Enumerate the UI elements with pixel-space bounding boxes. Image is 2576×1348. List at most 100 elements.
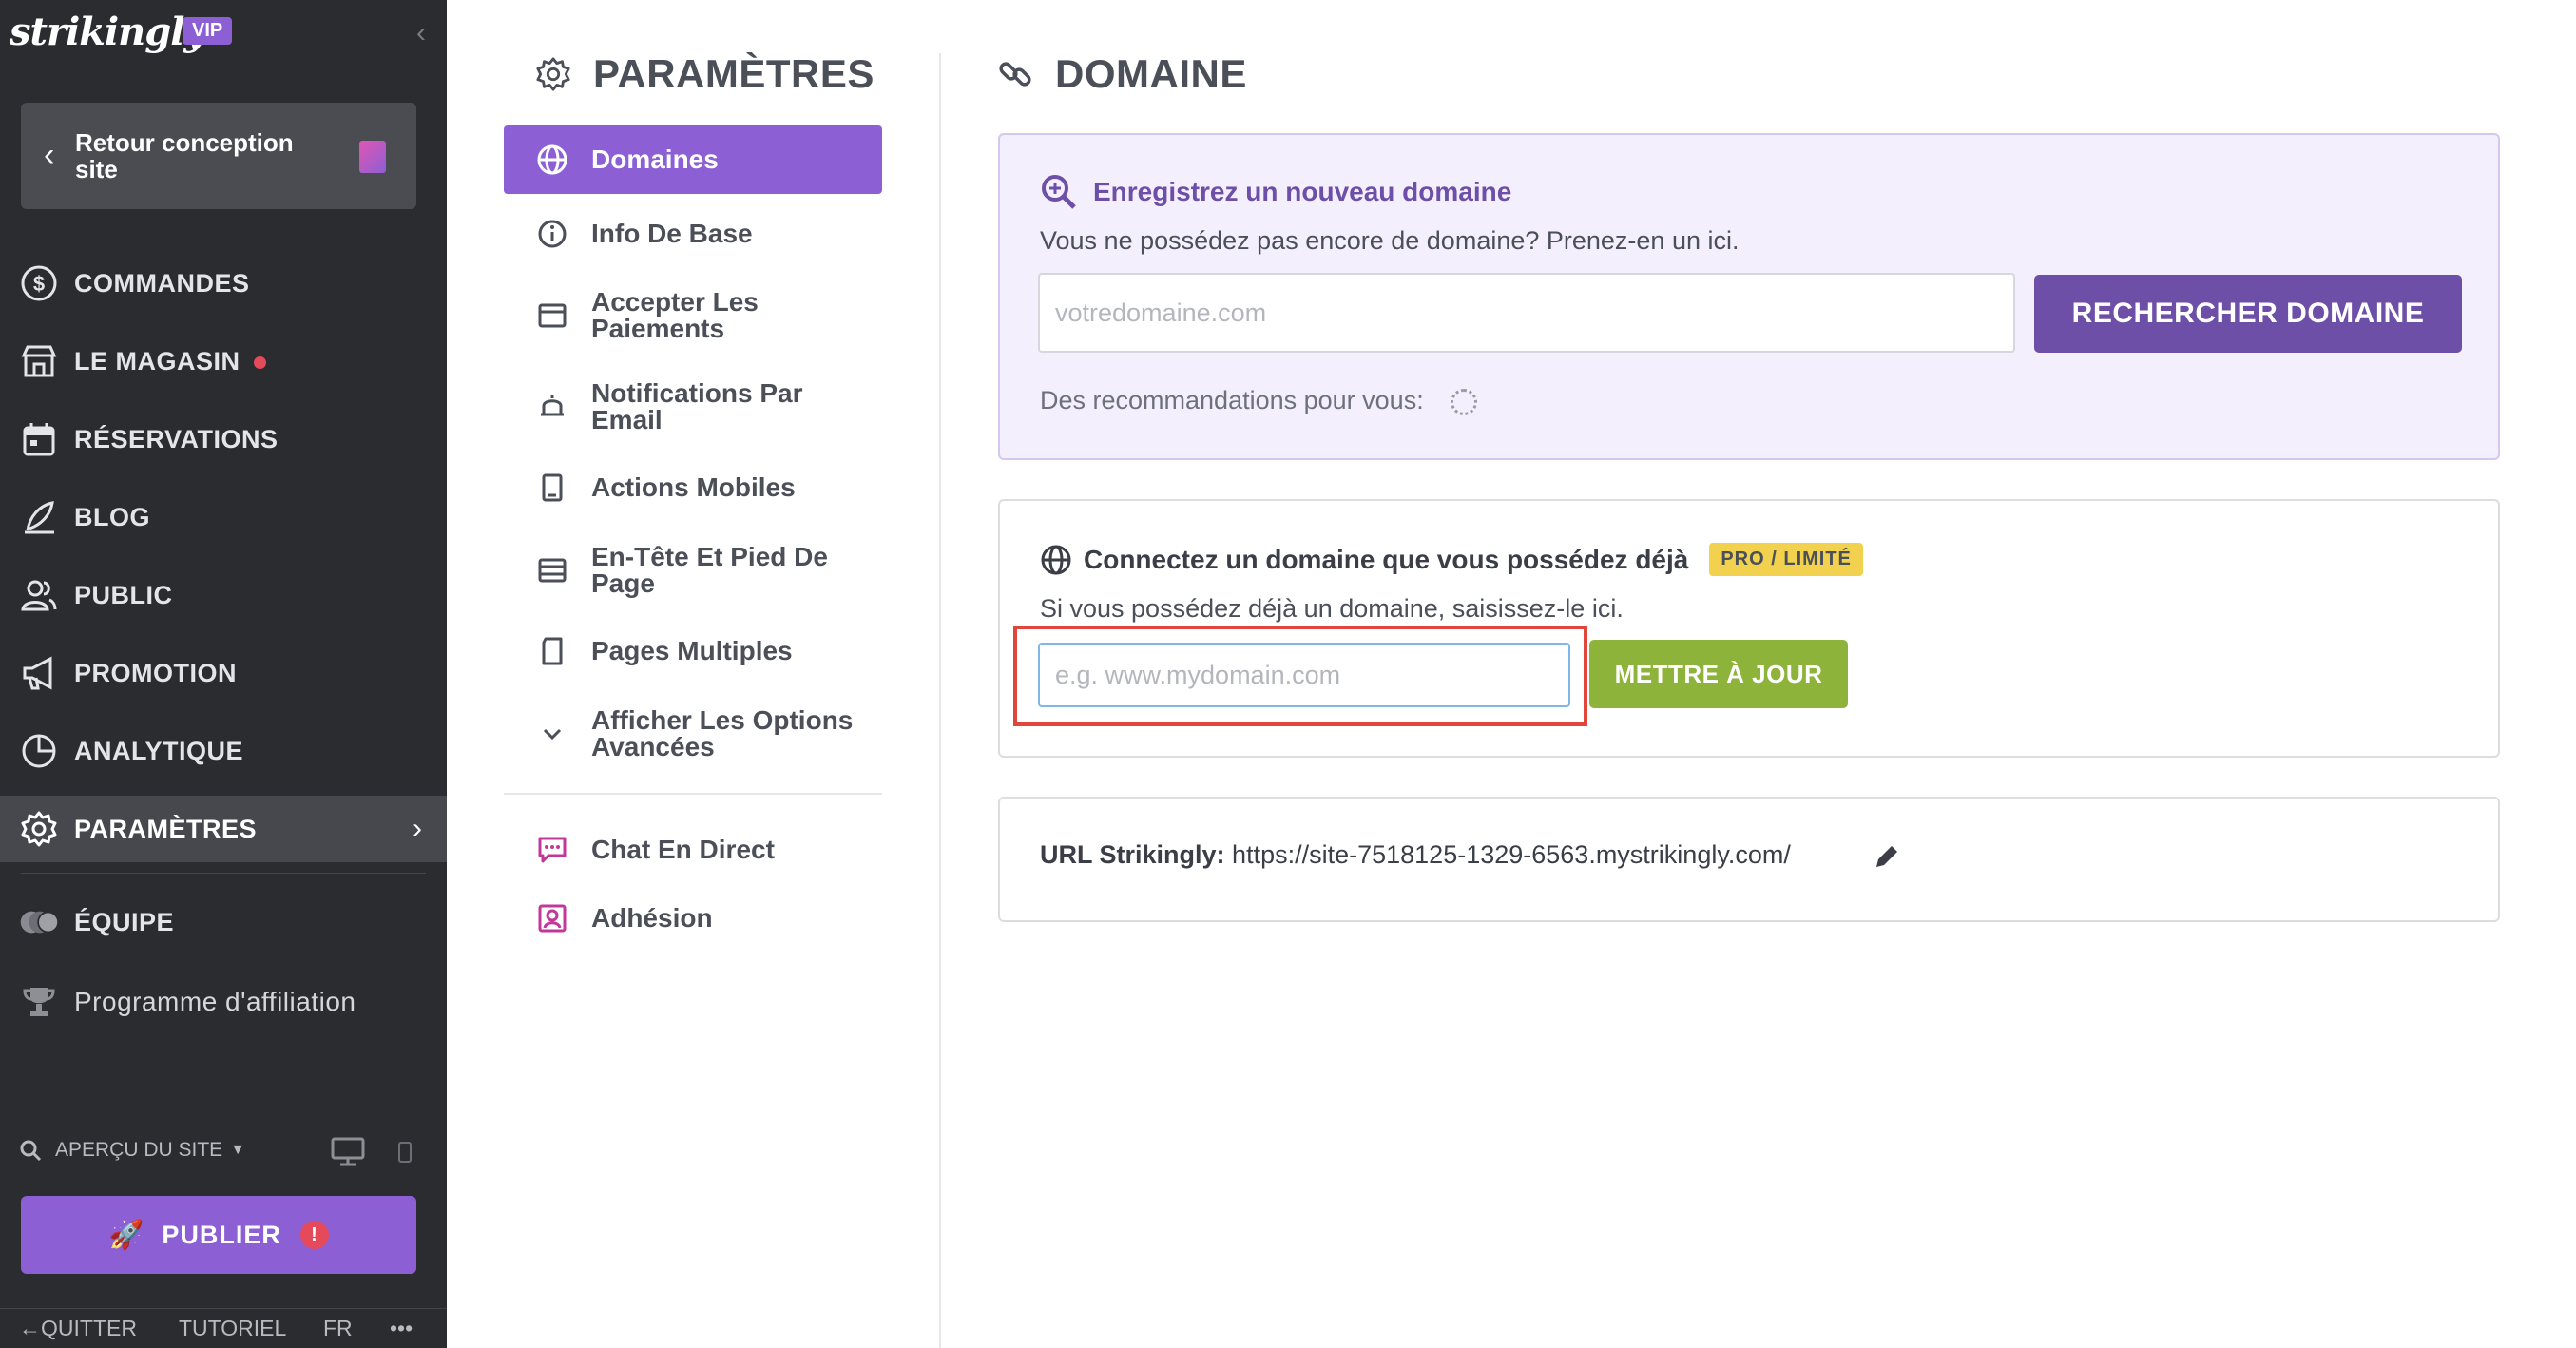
back-to-design-label: Retour conception site (75, 128, 294, 183)
search-domain-button[interactable]: RECHERCHER DOMAINE (2034, 275, 2462, 353)
settings-tab-paiements[interactable]: Accepter Les Paiements (504, 285, 882, 346)
search-icon (20, 1140, 42, 1162)
sidebar-item-affiliation[interactable]: Programme d'affiliation (0, 969, 447, 1035)
strikingly-url-label: URL Strikingly: (1040, 840, 1225, 869)
back-to-design-button[interactable]: ‹ Retour conception site (21, 103, 416, 209)
caret-down-icon: ▼ (230, 1142, 246, 1158)
globe-icon (1041, 545, 1071, 574)
tutorial-link[interactable]: TUTORIEL (179, 1316, 286, 1341)
vip-badge: VIP (183, 17, 233, 45)
mobile-icon (536, 472, 568, 504)
strikingly-url-card: URL Strikingly: https://site-7518125-132… (998, 797, 2500, 922)
alert-icon: ! (299, 1221, 329, 1249)
settings-tab-label: En-Tête Et Pied De Page (591, 542, 828, 598)
settings-tab-info[interactable]: Info De Base (504, 213, 882, 255)
settings-tab-label: Chat En Direct (591, 835, 775, 864)
sidebar-item-promotion[interactable]: PROMOTION (0, 640, 447, 706)
globe-icon (536, 144, 568, 176)
member-icon (536, 902, 568, 934)
sidebar-footer: ← QUITTER TUTORIEL FR ••• (0, 1308, 447, 1348)
sidebar-item-blog[interactable]: BLOG (0, 484, 447, 550)
sidebar-item-label: PUBLIC (74, 580, 173, 609)
domain-title: DOMAINE (996, 51, 1247, 97)
settings-menu-divider (504, 793, 882, 795)
settings-tab-notifications[interactable]: Notifications Par Email (504, 376, 882, 437)
language-link[interactable]: FR (323, 1316, 353, 1341)
settings-title: PARAMÈTRES (534, 51, 875, 97)
desktop-icon[interactable] (331, 1137, 365, 1167)
sidebar-item-label: PARAMÈTRES (74, 814, 258, 843)
connect-domain-text: Si vous possédez déjà un domaine, saisis… (1040, 594, 1624, 623)
edit-pencil-icon[interactable] (1873, 842, 1901, 871)
site-preview-label: APERÇU DU SITE (55, 1139, 223, 1161)
settings-tab-label: Accepter Les Paiements (591, 287, 759, 343)
strikingly-url-row: URL Strikingly: https://site-7518125-132… (1040, 840, 1791, 870)
gear-icon (19, 809, 59, 849)
bell-icon (536, 391, 568, 423)
sidebar-item-analytique[interactable]: ANALYTIQUE (0, 718, 447, 784)
settings-tab-membership[interactable]: Adhésion (504, 897, 882, 939)
settings-tab-chat[interactable]: Chat En Direct (504, 829, 882, 871)
rocket-icon: 🚀 (108, 1219, 145, 1251)
sidebar-item-equipe[interactable]: ÉQUIPE (0, 889, 447, 955)
register-domain-card: Enregistrez un nouveau domaine Vous ne p… (998, 133, 2500, 460)
connect-domain-heading: Connectez un domaine que vous possédez d… (1040, 543, 1863, 576)
users-icon (19, 575, 59, 615)
chevron-left-icon: ‹ (44, 137, 55, 173)
settings-tab-pages[interactable]: Pages Multiples (504, 630, 882, 672)
settings-tab-mobile[interactable]: Actions Mobiles (504, 467, 882, 509)
sidebar-item-magasin[interactable]: LE MAGASIN (0, 328, 447, 395)
publish-button[interactable]: 🚀 PUBLIER ! (21, 1196, 416, 1274)
settings-tab-label: Afficher Les Options Avancées (591, 705, 854, 761)
dollar-circle-icon: $ (19, 263, 59, 303)
settings-tab-label: Adhésion (591, 903, 713, 933)
settings-tab-label: Actions Mobiles (591, 472, 796, 502)
sidebar-item-label: Programme d'affiliation (74, 987, 356, 1016)
sidebar-item-label: LE MAGASIN (74, 347, 266, 376)
megaphone-icon (19, 653, 59, 693)
svg-text:$: $ (33, 272, 45, 296)
settings-tab-header-footer[interactable]: En-Tête Et Pied De Page (504, 540, 882, 601)
layout-icon (536, 554, 568, 587)
team-avatars-icon (19, 902, 59, 942)
chat-icon (536, 834, 568, 866)
site-preview-dropdown[interactable]: APERÇU DU SITE ▼ (19, 1139, 245, 1162)
more-menu-icon[interactable]: ••• (390, 1316, 413, 1341)
sidebar-item-commandes[interactable]: $ COMMANDES (0, 250, 447, 317)
pie-chart-icon (19, 731, 59, 771)
register-domain-text: Vous ne possédez pas encore de domaine? … (1040, 226, 1740, 255)
settings-tab-label: Pages Multiples (591, 636, 793, 665)
sidebar-divider (21, 873, 426, 874)
sidebar-item-label: COMMANDES (74, 268, 250, 298)
pages-icon (536, 635, 568, 667)
sidebar-item-parametres[interactable]: PARAMÈTRES › (0, 796, 447, 862)
domain-search-input[interactable] (1038, 273, 2015, 353)
chevron-down-icon (536, 718, 568, 750)
main-sidebar: strikingly VIP ‹ ‹ Retour conception sit… (0, 0, 447, 1348)
device-toggle (331, 1137, 414, 1174)
update-domain-button[interactable]: METTRE À JOUR (1589, 640, 1848, 708)
mobile-preview-icon[interactable] (395, 1137, 414, 1167)
sidebar-item-label: BLOG (74, 502, 150, 531)
calendar-icon (19, 419, 59, 459)
sidebar-item-label: RÉSERVATIONS (74, 424, 279, 453)
notification-dot (253, 356, 266, 369)
chevron-right-icon: › (413, 813, 422, 844)
settings-tab-domaines[interactable]: Domaines (504, 125, 882, 194)
sidebar-item-label: ANALYTIQUE (74, 736, 244, 765)
quit-link[interactable]: ← QUITTER (19, 1316, 137, 1341)
register-domain-heading: Enregistrez un nouveau domaine (1040, 173, 1511, 211)
strikingly-logo[interactable]: strikingly (10, 10, 206, 54)
sidebar-item-reservations[interactable]: RÉSERVATIONS (0, 406, 447, 472)
sidebar-item-label: ÉQUIPE (74, 907, 175, 936)
sidebar-item-label: PROMOTION (74, 658, 237, 687)
recommendations-label: Des recommandations pour vous: (1040, 386, 1477, 415)
show-advanced-options[interactable]: Afficher Les Options Avancées (504, 703, 882, 764)
highlight-annotation (1013, 626, 1587, 726)
sidebar-item-public[interactable]: PUBLIC (0, 562, 447, 628)
card-icon (536, 299, 568, 332)
collapse-sidebar-icon[interactable]: ‹ (416, 17, 439, 51)
trophy-icon (19, 982, 59, 1022)
pro-limit-badge: PRO / LIMITÉ (1709, 543, 1863, 576)
loading-spinner-icon (1450, 388, 1477, 415)
